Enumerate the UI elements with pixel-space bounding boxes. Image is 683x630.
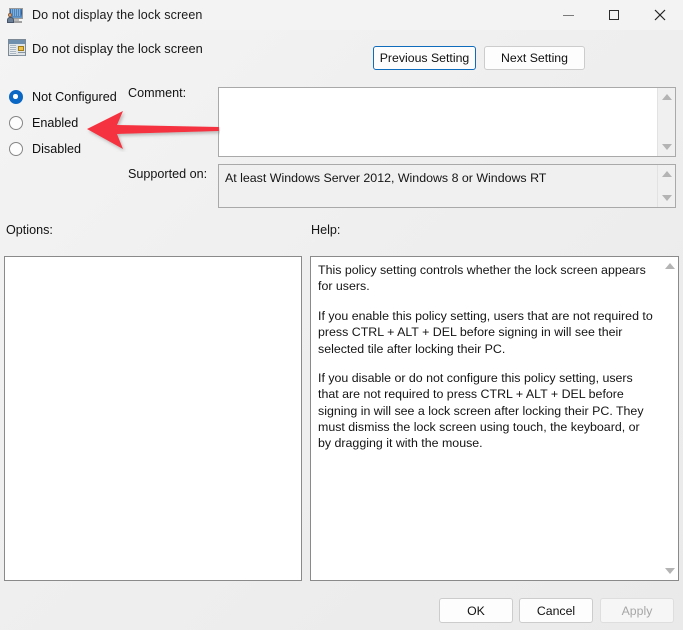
help-paragraph: If you enable this policy setting, users…	[318, 308, 654, 357]
radio-mark-icon	[9, 90, 23, 104]
radio-disabled[interactable]: Disabled	[9, 136, 129, 162]
supported-on-scrollbar[interactable]	[657, 165, 675, 207]
scroll-up-icon[interactable]	[662, 171, 672, 177]
radio-label-not-configured: Not Configured	[32, 90, 117, 104]
supported-on-label: Supported on:	[128, 167, 207, 181]
computer-user-icon	[7, 7, 24, 24]
help-paragraph: This policy setting controls whether the…	[318, 262, 654, 295]
help-text: This policy setting controls whether the…	[311, 257, 661, 580]
scroll-down-icon[interactable]	[665, 568, 675, 574]
policy-setting-dialog: Do not display the lock screen	[0, 0, 683, 630]
previous-setting-button[interactable]: Previous Setting	[373, 46, 476, 70]
scroll-down-icon[interactable]	[662, 195, 672, 201]
window-title: Do not display the lock screen	[32, 8, 203, 22]
radio-enabled[interactable]: Enabled	[9, 110, 129, 136]
help-scrollbar[interactable]	[661, 257, 678, 580]
policy-name: Do not display the lock screen	[32, 41, 203, 56]
minimize-button[interactable]	[545, 0, 591, 30]
radio-not-configured[interactable]: Not Configured	[9, 84, 129, 110]
comment-input[interactable]	[219, 88, 657, 156]
scroll-down-icon[interactable]	[662, 144, 672, 150]
supported-on-container: At least Windows Server 2012, Windows 8 …	[218, 164, 676, 208]
radio-mark-icon	[9, 116, 23, 130]
close-icon	[654, 9, 666, 21]
group-policy-setting-icon	[8, 39, 26, 56]
help-paragraph: If you disable or do not configure this …	[318, 370, 654, 452]
window-controls	[545, 0, 683, 30]
apply-button: Apply	[600, 598, 674, 623]
ok-button[interactable]: OK	[439, 598, 513, 623]
options-panel[interactable]	[4, 256, 302, 581]
cancel-button[interactable]: Cancel	[519, 598, 593, 623]
scroll-up-icon[interactable]	[665, 263, 675, 269]
maximize-icon	[609, 10, 619, 20]
supported-on-value: At least Windows Server 2012, Windows 8 …	[219, 165, 657, 207]
options-label: Options:	[6, 223, 53, 237]
radio-mark-icon	[9, 142, 23, 156]
help-label: Help:	[311, 223, 340, 237]
comment-label: Comment:	[128, 86, 186, 100]
maximize-button[interactable]	[591, 0, 637, 30]
help-panel: This policy setting controls whether the…	[310, 256, 679, 581]
comment-field-container	[218, 87, 676, 157]
policy-state-radio-group: Not Configured Enabled Disabled	[9, 84, 129, 162]
minimize-icon	[563, 15, 574, 16]
scroll-up-icon[interactable]	[662, 94, 672, 100]
comment-scrollbar[interactable]	[657, 88, 675, 156]
radio-label-disabled: Disabled	[32, 142, 81, 156]
title-bar: Do not display the lock screen	[0, 0, 683, 30]
next-setting-button[interactable]: Next Setting	[484, 46, 585, 70]
radio-label-enabled: Enabled	[32, 116, 78, 130]
close-button[interactable]	[637, 0, 683, 30]
